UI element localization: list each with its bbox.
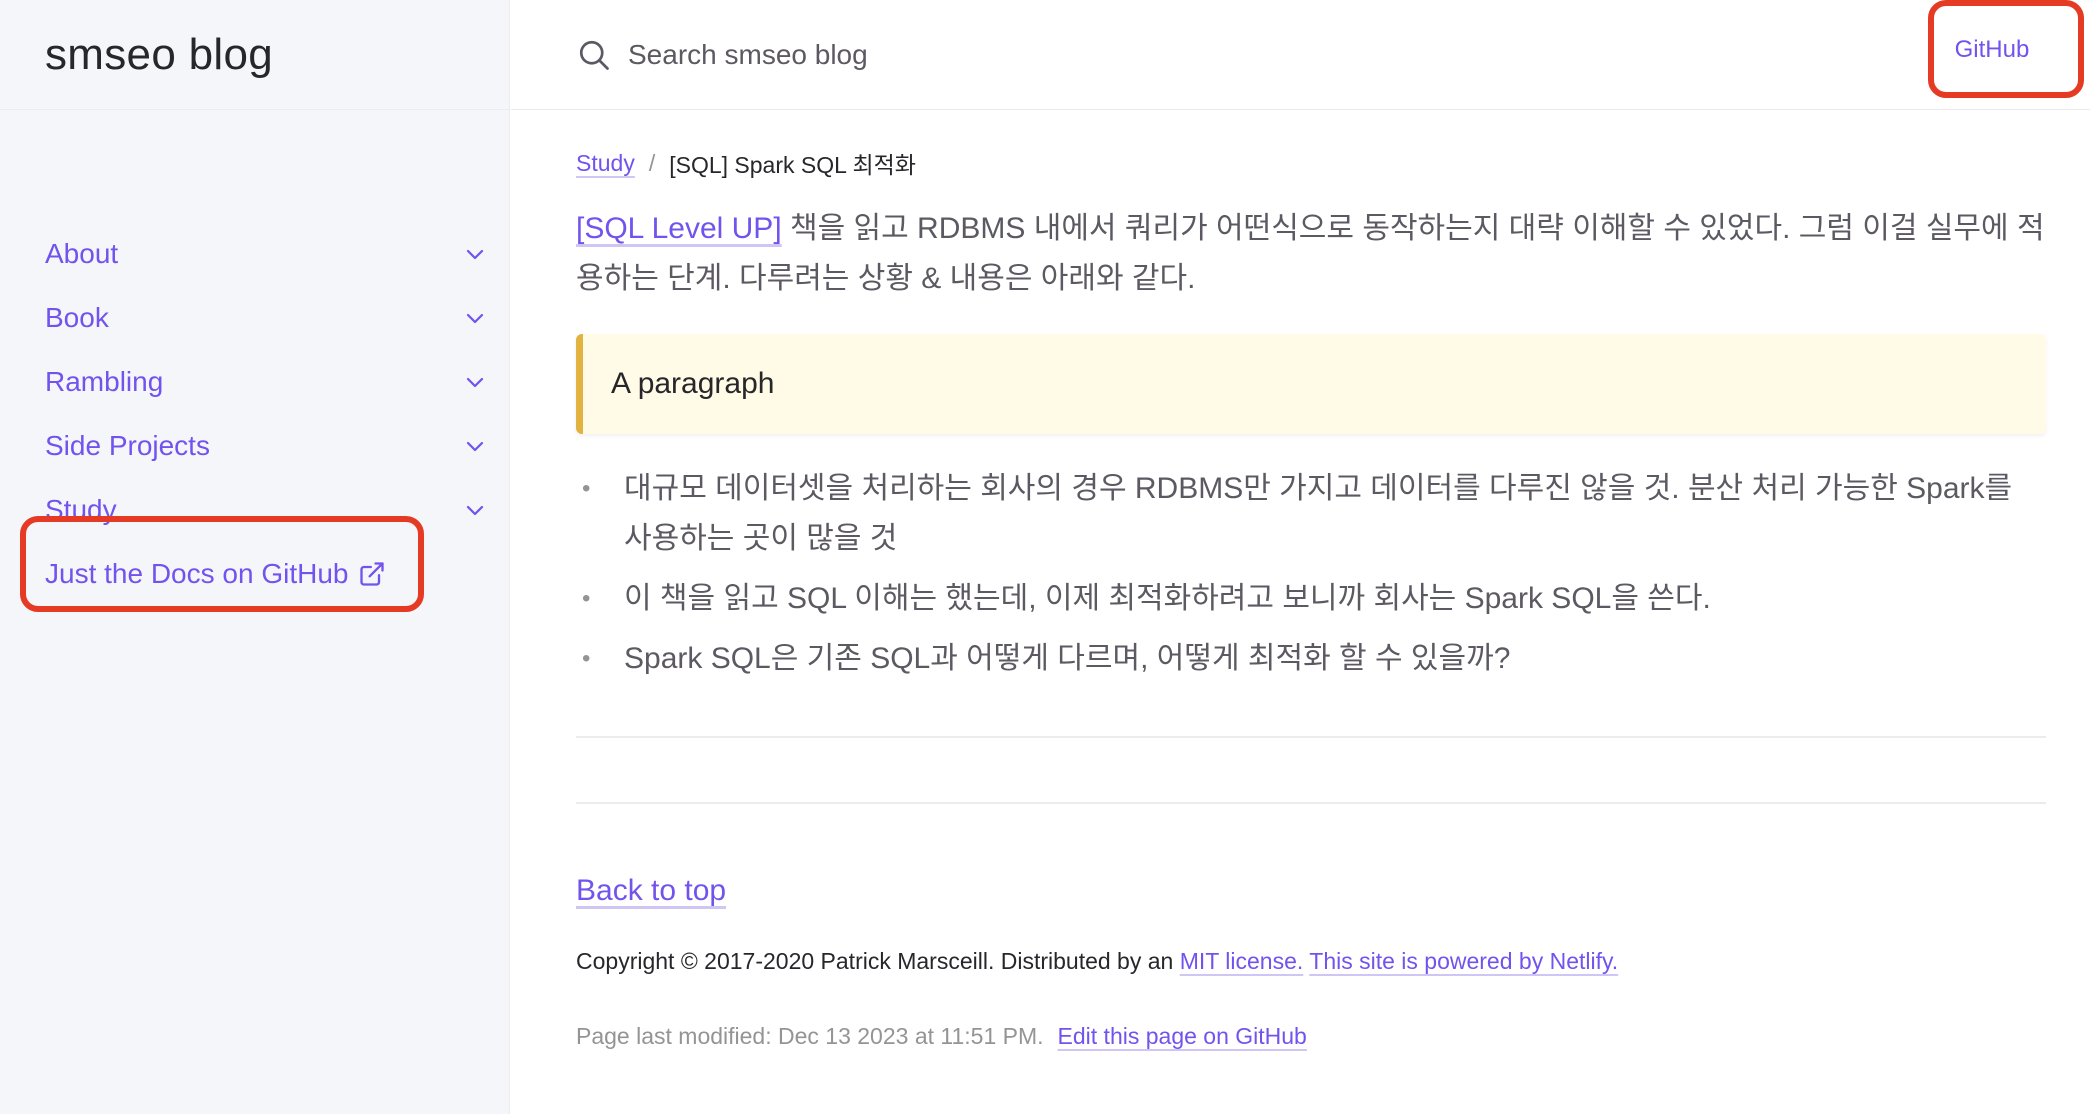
chevron-down-icon[interactable] — [463, 498, 487, 522]
note-callout: A paragraph — [576, 334, 2046, 434]
sidebar-github-link-highlight — [20, 516, 424, 612]
bullet-list: • 대규모 데이터셋을 처리하는 회사의 경우 RDBMS만 가지고 데이터를 다… — [576, 464, 2046, 684]
divider — [576, 736, 2046, 738]
site-header: smseo blog — [0, 0, 509, 110]
list-item: • 대규모 데이터셋을 처리하는 회사의 경우 RDBMS만 가지고 데이터를 다… — [576, 464, 2046, 564]
sidebar-item-label[interactable]: Book — [45, 302, 109, 334]
chevron-down-icon[interactable] — [463, 434, 487, 458]
sidebar-item-rambling[interactable]: Rambling — [0, 350, 509, 414]
sidebar-item-label[interactable]: Rambling — [45, 366, 163, 398]
main-area: GitHub Study / [SQL] Spark SQL 최적화 [SQL … — [511, 0, 2090, 1114]
chevron-down-icon[interactable] — [463, 370, 487, 394]
copyright: Copyright © 2017-2020 Patrick Marsceill.… — [576, 948, 2046, 975]
sidebar-item-label[interactable]: About — [45, 238, 118, 270]
modified-text: Page last modified: Dec 13 2023 at 11:51… — [576, 1023, 1044, 1049]
search-input[interactable] — [626, 37, 1330, 72]
sidebar-item-about[interactable]: About — [0, 222, 509, 286]
netlify-link[interactable]: This site is powered by Netlify. — [1309, 948, 1618, 974]
chevron-down-icon[interactable] — [463, 242, 487, 266]
breadcrumb-separator: / — [648, 149, 656, 176]
divider — [576, 802, 2046, 804]
mit-license-link[interactable]: MIT license. — [1180, 948, 1304, 974]
breadcrumb: Study / [SQL] Spark SQL 최적화 — [576, 146, 2046, 180]
top-bar: GitHub — [511, 0, 2090, 110]
sidebar-item-label[interactable]: Side Projects — [45, 430, 210, 462]
breadcrumb-current: [SQL] Spark SQL 최적화 — [669, 152, 916, 178]
bullet-dot: • — [582, 645, 591, 672]
sql-level-up-link[interactable]: [SQL Level UP] — [576, 212, 782, 245]
sidebar-item-book[interactable]: Book — [0, 286, 509, 350]
list-item: • 이 책을 읽고 SQL 이해는 했는데, 이제 최적화하려고 보니까 회사는 … — [576, 574, 2046, 624]
edit-on-github-link[interactable]: Edit this page on GitHub — [1058, 1023, 1307, 1049]
bullet-dot: • — [582, 585, 591, 612]
search-bar[interactable] — [576, 37, 1330, 73]
search-icon — [579, 40, 609, 70]
breadcrumb-study-link[interactable]: Study — [576, 150, 635, 177]
list-item-text: 대규모 데이터셋을 처리하는 회사의 경우 RDBMS만 가지고 데이터를 다루… — [624, 472, 2013, 555]
page-modified: Page last modified: Dec 13 2023 at 11:51… — [576, 1023, 2046, 1050]
github-header-highlight — [1928, 0, 2084, 98]
list-item-text: Spark SQL은 기존 SQL과 어떻게 다르며, 어떻게 최적화 할 수 … — [624, 642, 1511, 675]
list-item-text: 이 책을 읽고 SQL 이해는 했는데, 이제 최적화하려고 보니까 회사는 S… — [624, 582, 1711, 615]
site-title-link[interactable]: smseo blog — [45, 30, 273, 80]
main-content: Study / [SQL] Spark SQL 최적화 [SQL Level U… — [511, 146, 2046, 1050]
list-item: • Spark SQL은 기존 SQL과 어떻게 다르며, 어떻게 최적화 할 수… — [576, 634, 2046, 684]
bullet-dot: • — [582, 475, 591, 502]
back-to-top: Back to top — [576, 874, 2046, 908]
chevron-down-icon[interactable] — [463, 306, 487, 330]
intro-paragraph: [SQL Level UP] 책을 읽고 RDBMS 내에서 쿼리가 어떤식으로… — [576, 204, 2046, 304]
intro-text: 책을 읽고 RDBMS 내에서 쿼리가 어떤식으로 동작하는지 대략 이해할 수… — [576, 212, 2045, 295]
sidebar-item-side-projects[interactable]: Side Projects — [0, 414, 509, 478]
copyright-text: Copyright © 2017-2020 Patrick Marsceill.… — [576, 948, 1180, 974]
back-to-top-link[interactable]: Back to top — [576, 874, 726, 907]
note-text: A paragraph — [611, 367, 775, 400]
